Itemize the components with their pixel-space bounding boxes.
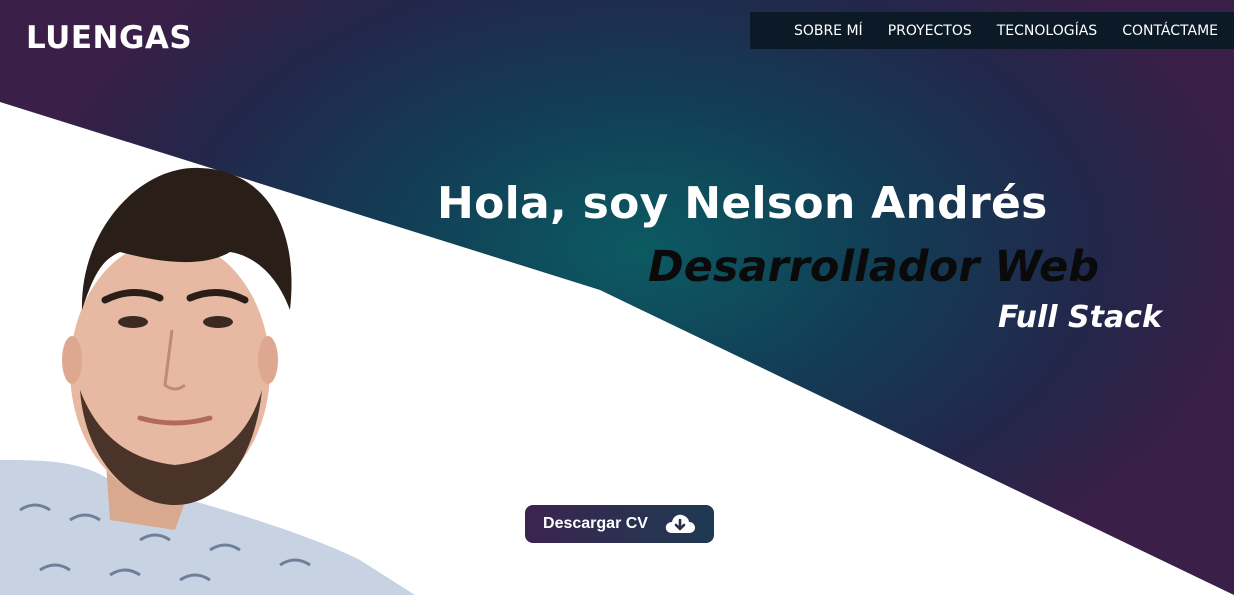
hero-role: Desarrollador Web bbox=[648, 242, 1100, 292]
download-cv-label: Descargar CV bbox=[543, 515, 648, 532]
hero-specialty: Full Stack bbox=[998, 300, 1162, 335]
nav-item-contactame[interactable]: CONTÁCTAME bbox=[1122, 23, 1218, 39]
profile-photo bbox=[0, 167, 415, 595]
hero-greeting: Hola, soy Nelson Andrés bbox=[437, 178, 1048, 229]
cloud-download-icon bbox=[664, 513, 696, 535]
nav-item-tecnologias[interactable]: TECNOLOGÍAS bbox=[997, 23, 1097, 39]
main-nav: SOBRE MÍ PROYECTOS TECNOLOGÍAS CONTÁCTAM… bbox=[750, 12, 1234, 49]
hero-section: LUENGAS SOBRE MÍ PROYECTOS TECNOLOGÍAS C… bbox=[0, 0, 1234, 595]
nav-item-proyectos[interactable]: PROYECTOS bbox=[888, 23, 972, 39]
site-logo[interactable]: LUENGAS bbox=[26, 20, 192, 56]
nav-item-sobre-mi[interactable]: SOBRE MÍ bbox=[794, 23, 863, 39]
download-cv-button[interactable]: Descargar CV bbox=[525, 505, 714, 543]
